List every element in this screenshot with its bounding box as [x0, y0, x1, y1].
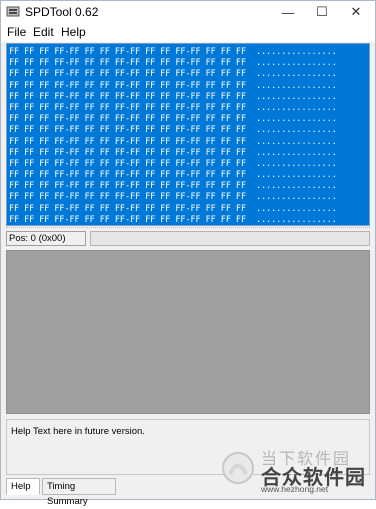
help-text: Help Text here in future version. [11, 426, 145, 437]
hex-row[interactable]: FF FF FF FF-FF FF FF FF-FF FF FF FF-FF F… [9, 124, 337, 135]
hex-row[interactable]: FF FF FF FF-FF FF FF FF-FF FF FF FF-FF F… [9, 169, 337, 180]
hex-row[interactable]: FF FF FF FF-FF FF FF FF-FF FF FF FF-FF F… [9, 102, 337, 113]
status-field [90, 231, 370, 246]
tab-timing-summary[interactable]: Timing Summary [42, 478, 116, 507]
hex-row[interactable]: FF FF FF FF-FF FF FF FF-FF FF FF FF-FF F… [9, 158, 337, 169]
hex-row[interactable]: FF FF FF FF-FF FF FF FF-FF FF FF FF-FF F… [9, 203, 337, 214]
app-window: SPDTool 0.62 — ☐ ✕ File Edit Help FF FF … [0, 0, 376, 507]
position-readout: Pos: 0 (0x00) [6, 231, 86, 246]
title-bar[interactable]: SPDTool 0.62 — ☐ ✕ [1, 1, 375, 23]
menu-bar: File Edit Help [1, 23, 375, 42]
tab-help[interactable]: Help [6, 478, 40, 495]
app-icon [6, 6, 20, 17]
hex-row[interactable]: FF FF FF FF-FF FF FF FF-FF FF FF FF-FF F… [9, 113, 337, 124]
watermark-url: www.hezhong.net [261, 484, 329, 494]
maximize-button[interactable]: ☐ [305, 1, 339, 23]
hex-row[interactable]: FF FF FF FF-FF FF FF FF-FF FF FF FF-FF F… [9, 68, 337, 79]
hex-row[interactable]: FF FF FF FF-FF FF FF FF-FF FF FF FF-FF F… [9, 191, 337, 202]
hex-row[interactable]: FF FF FF FF-FF FF FF FF-FF FF FF FF-FF F… [9, 91, 337, 102]
splitter[interactable] [6, 227, 370, 228]
hex-row[interactable]: FF FF FF FF-FF FF FF FF-FF FF FF FF-FF F… [9, 136, 337, 147]
menu-file[interactable]: File [7, 25, 26, 39]
close-button[interactable]: ✕ [339, 1, 373, 23]
hex-view[interactable]: FF FF FF FF-FF FF FF FF-FF FF FF FF-FF F… [6, 43, 370, 226]
hex-row[interactable]: FF FF FF FF-FF FF FF FF-FF FF FF FF-FF F… [9, 147, 337, 158]
hex-row[interactable]: FF FF FF FF-FF FF FF FF-FF FF FF FF-FF F… [9, 46, 337, 57]
hex-row[interactable]: FF FF FF FF-FF FF FF FF-FF FF FF FF-FF F… [9, 57, 337, 68]
hex-row[interactable]: FF FF FF FF-FF FF FF FF-FF FF FF FF-FF F… [9, 80, 337, 91]
hex-rows: FF FF FF FF-FF FF FF FF-FF FF FF FF-FF F… [9, 46, 337, 225]
hex-row[interactable]: FF FF FF FF-FF FF FF FF-FF FF FF FF-FF F… [9, 214, 337, 225]
decode-panel [6, 250, 370, 414]
menu-edit[interactable]: Edit [33, 25, 54, 39]
window-title: SPDTool 0.62 [25, 5, 99, 19]
minimize-button[interactable]: — [271, 1, 305, 23]
help-panel: Help Text here in future version. [6, 419, 370, 475]
hex-row[interactable]: FF FF FF FF-FF FF FF FF-FF FF FF FF-FF F… [9, 180, 337, 191]
menu-help[interactable]: Help [61, 25, 86, 39]
